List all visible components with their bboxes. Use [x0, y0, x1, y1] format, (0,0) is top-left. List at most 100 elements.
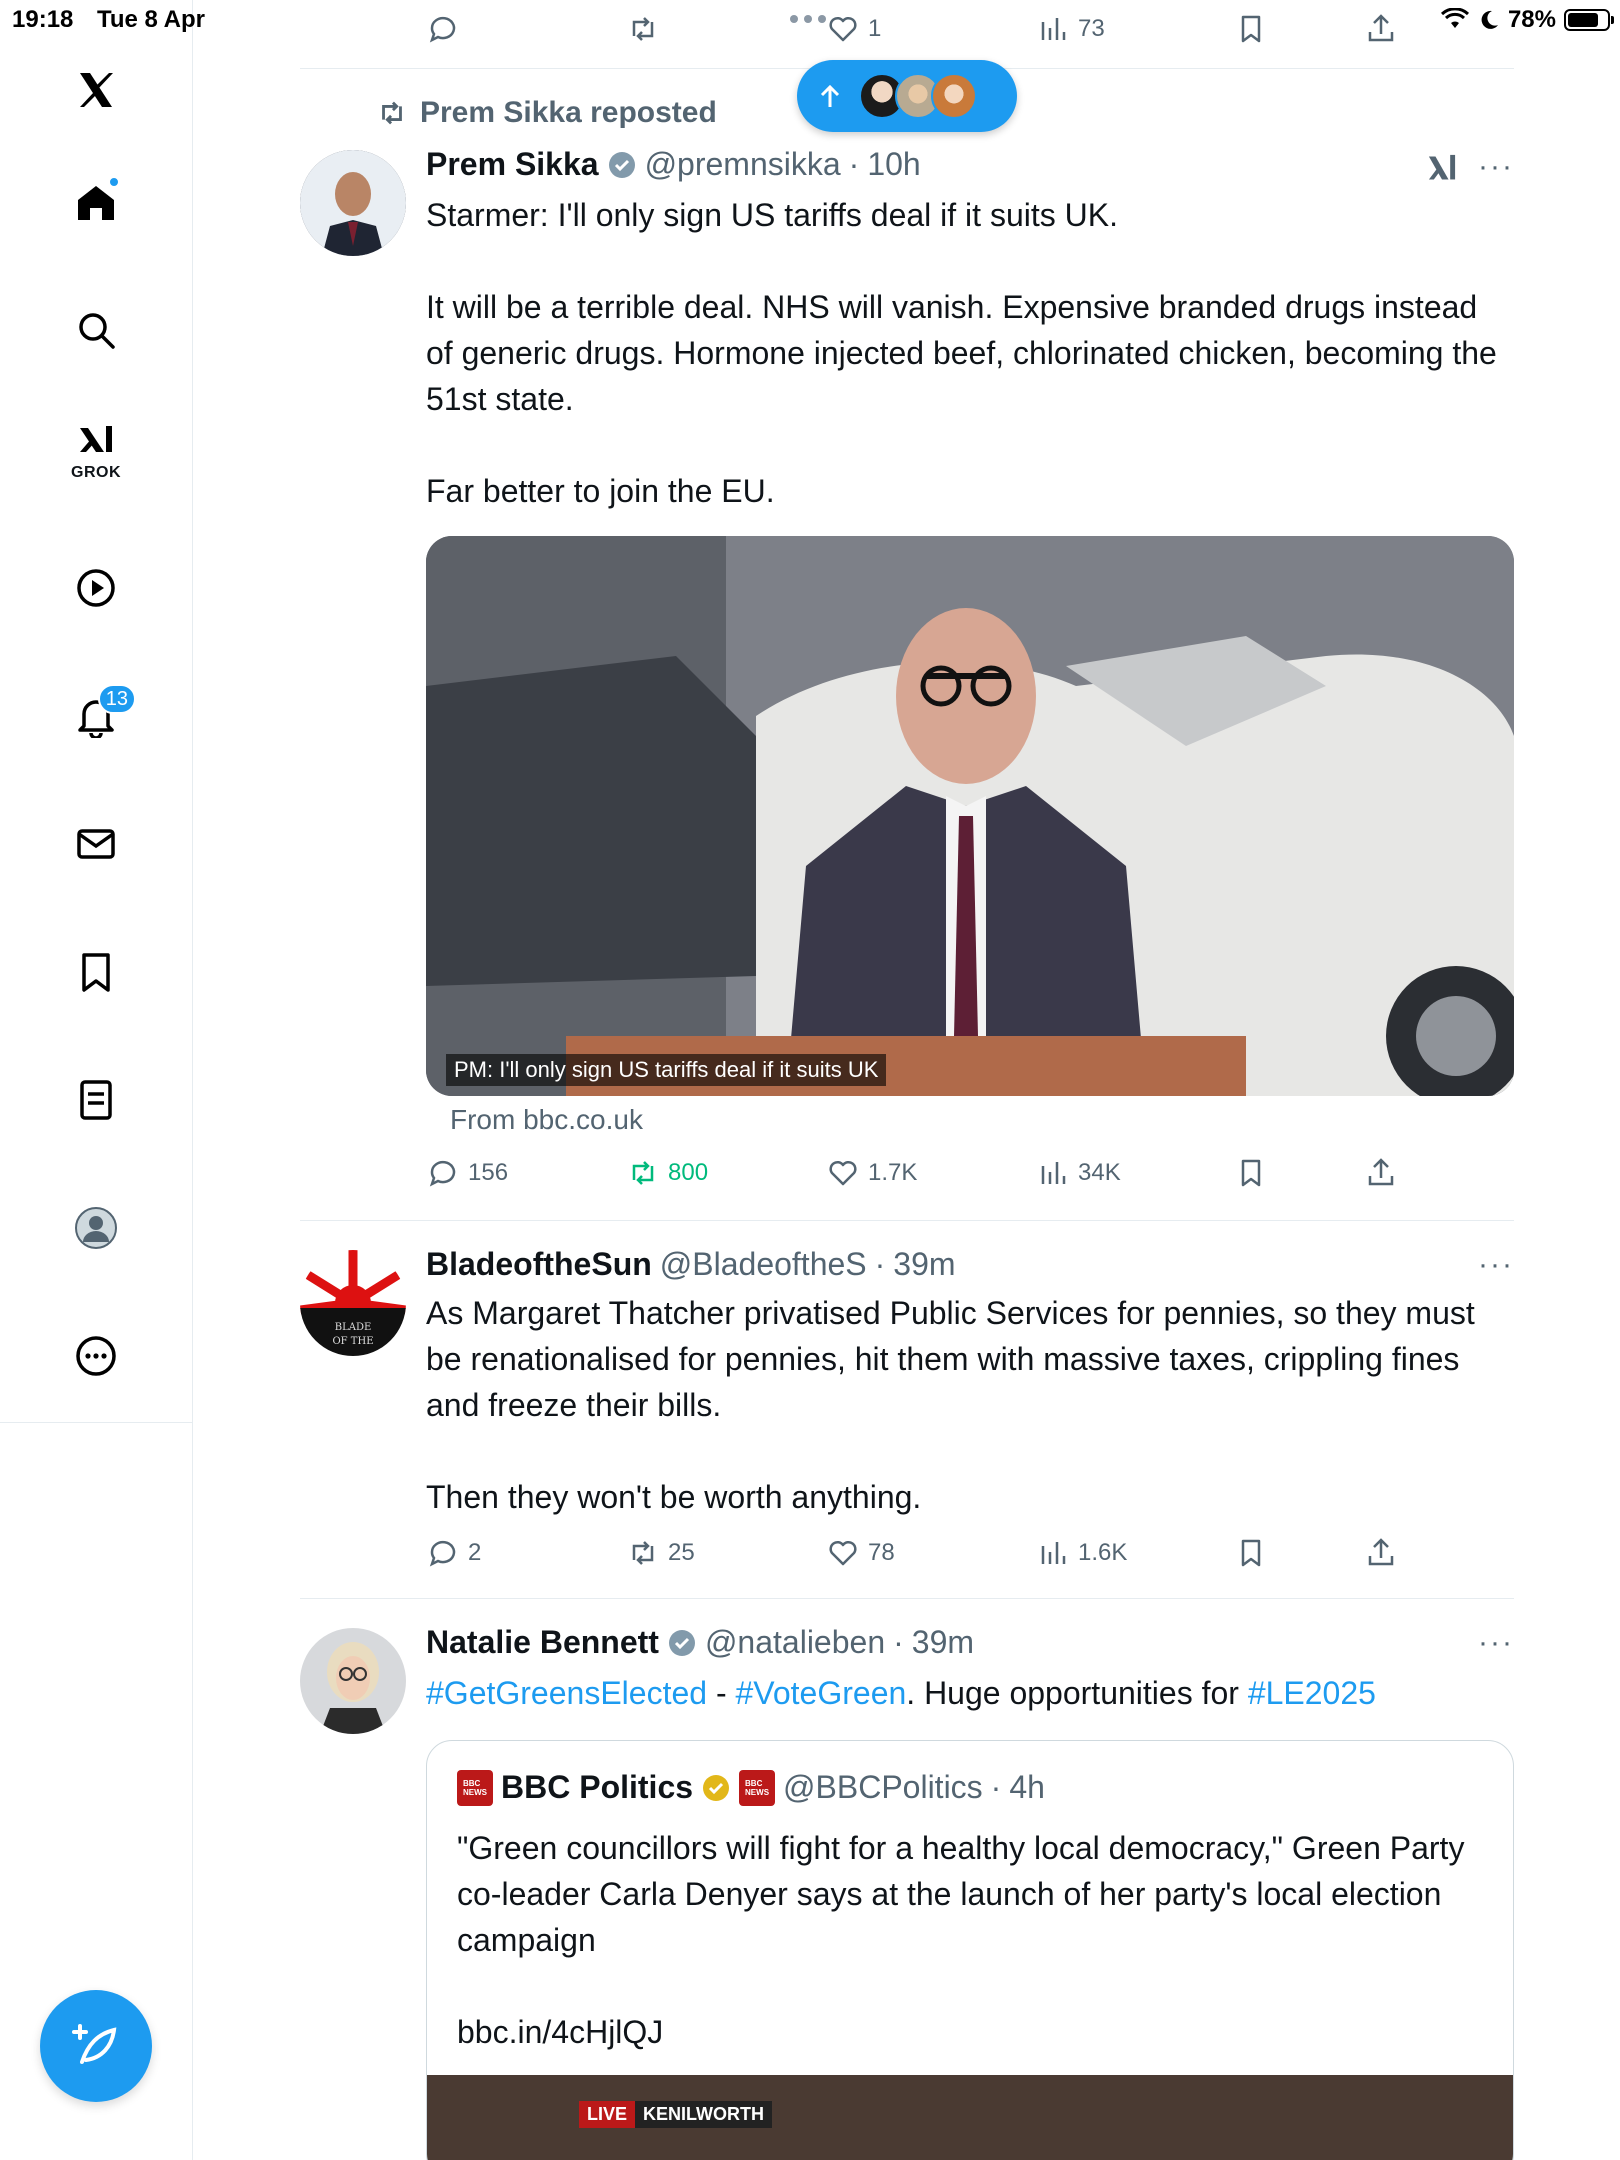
views-button[interactable]: 1.6K [1036, 1536, 1127, 1570]
author-name[interactable]: Natalie Bennett [426, 1624, 659, 1661]
news-photo-image [426, 536, 1514, 1096]
profile-avatar-icon[interactable] [64, 1196, 128, 1260]
quoted-author-handle[interactable]: @BBCPolitics [783, 1769, 983, 1806]
compose-feather-icon [72, 2024, 117, 2064]
post-header: Natalie Bennett @natalieben · 39m [426, 1624, 974, 1661]
grok-icon[interactable]: GROK [64, 420, 128, 484]
text-segment: . Huge opportunities for [906, 1675, 1248, 1711]
arrow-up-icon [820, 84, 840, 107]
status-date: Tue 8 Apr [97, 6, 206, 33]
avatar[interactable] [300, 1628, 406, 1734]
messages-envelope-icon[interactable] [64, 812, 128, 876]
bookmarks-icon[interactable] [64, 940, 128, 1004]
bookmark-button[interactable] [1234, 1156, 1268, 1190]
more-options-icon[interactable]: ··· [1478, 1248, 1514, 1282]
separator-dot: · [893, 1624, 904, 1660]
reply-button[interactable]: 2 [426, 1536, 481, 1570]
live-label: LIVE [579, 2101, 636, 2128]
author-handle[interactable]: @natalieben [705, 1624, 885, 1661]
quoted-video-thumbnail[interactable]: LIVE KENILWORTH [427, 2075, 1513, 2160]
repost-button[interactable]: 25 [626, 1536, 695, 1570]
grok-post-icon[interactable] [1424, 150, 1460, 186]
reply-icon [429, 1540, 456, 1567]
quoted-author-name[interactable]: BBC Politics [501, 1769, 693, 1806]
bbc-affiliate-badge-icon: BBC NEWS [739, 1769, 776, 1806]
post-actions: 156 800 1.7K 34K [300, 1156, 1514, 1204]
like-button[interactable]: 78 [826, 1536, 895, 1570]
repost-label: Prem Sikka reposted [420, 96, 717, 129]
more-options-icon[interactable]: ··· [1478, 150, 1514, 184]
hashtag-link[interactable]: #LE2025 [1248, 1675, 1376, 1711]
text-segment: - [707, 1675, 736, 1711]
post-header: BladeoftheSun @BladeoftheS · 39m [426, 1246, 956, 1283]
bookmark-button[interactable] [1234, 1536, 1268, 1570]
post-prem-sikka[interactable]: Prem Sikka reposted Prem Sikka @premnsik… [300, 0, 1514, 1220]
quoted-post[interactable]: BBC NEWS BBC Politics BBC NEWS @BBCPolitic… [426, 1740, 1514, 2160]
post-header: Prem Sikka @premnsikka · 10h [426, 146, 921, 183]
live-banner: LIVE KENILWORTH [579, 2101, 773, 2128]
search-icon[interactable] [64, 298, 128, 362]
repost-count: 800 [668, 1159, 709, 1186]
avatar-portrait-icon [300, 150, 406, 256]
separator-dot: · [990, 1769, 1002, 1805]
share-icon [1368, 1538, 1394, 1566]
notifications-bell-icon[interactable]: 13 [64, 684, 136, 748]
battery-percent: 78% [1507, 6, 1556, 33]
repost-button[interactable]: 800 [626, 1156, 708, 1190]
svg-text:OF THE: OF THE [332, 1336, 373, 1347]
moon-icon [1481, 10, 1498, 29]
bbc-news-logo-icon: BBC NEWS [457, 1769, 493, 1806]
gold-verified-badge-icon [703, 1774, 730, 1801]
home-icon[interactable] [64, 170, 128, 234]
share-icon [1368, 1158, 1394, 1186]
quoted-post-time[interactable]: 4h [1009, 1769, 1045, 1806]
video-play-icon[interactable] [64, 556, 128, 620]
like-button[interactable]: 1.7K [826, 1156, 917, 1190]
status-bar: 19:18 Tue 8 Apr 78% [0, 0, 1620, 44]
reply-button[interactable]: 156 [426, 1156, 508, 1190]
separator-dot: · [874, 1246, 886, 1282]
author-name[interactable]: Prem Sikka [426, 146, 599, 183]
status-time: 19:18 [12, 6, 74, 33]
author-handle[interactable]: @BladeoftheS [660, 1246, 867, 1283]
quoted-post-header: BBC NEWS BBC Politics BBC NEWS @BBCPolitic… [457, 1769, 1045, 1806]
avatar[interactable] [300, 150, 406, 256]
avatar-portrait-icon [300, 1628, 406, 1734]
post-actions: 2 25 78 1.6K [300, 1536, 1514, 1584]
separator-dot: · [848, 146, 860, 182]
share-button[interactable] [1364, 1536, 1398, 1570]
views-button[interactable]: 34K [1036, 1156, 1121, 1190]
author-handle[interactable]: @premnsikka [645, 146, 841, 183]
post-time[interactable]: 39m [912, 1624, 974, 1661]
view-count: 34K [1078, 1159, 1121, 1186]
x-logo-icon[interactable] [64, 58, 128, 122]
post-time[interactable]: 39m [893, 1246, 955, 1283]
grok-label: GROK [71, 464, 121, 481]
views-chart-icon [1041, 1542, 1066, 1564]
more-options-icon[interactable] [64, 1324, 128, 1388]
new-posts-pill[interactable] [797, 60, 1017, 132]
compose-post-button[interactable] [40, 1990, 152, 2102]
link-preview-card[interactable]: PM: I'll only sign US tariffs deal if it… [426, 536, 1514, 1096]
post-bladeofthesun[interactable]: BLADE OF THE BladeoftheSun @BladeoftheS … [300, 1220, 1514, 1600]
like-count: 1.7K [868, 1159, 918, 1186]
post-time[interactable]: 10h [867, 146, 920, 183]
location-label: KENILWORTH [635, 2101, 773, 2128]
sidebar: GROK 13 [0, 0, 193, 2160]
repost-icon [632, 1161, 654, 1185]
hashtag-link[interactable]: #VoteGreen [735, 1675, 906, 1711]
wifi-icon [1440, 8, 1469, 28]
post-text: #GetGreensElected - #VoteGreen. Huge opp… [426, 1670, 1506, 1716]
author-name[interactable]: BladeoftheSun [426, 1246, 652, 1283]
hashtag-link[interactable]: #GetGreensElected [426, 1675, 707, 1711]
svg-text:BLADE: BLADE [335, 1322, 372, 1333]
lists-icon[interactable] [64, 1068, 128, 1132]
avatar[interactable]: BLADE OF THE [300, 1250, 406, 1356]
more-options-icon[interactable]: ··· [1478, 1626, 1514, 1660]
share-button[interactable] [1364, 1156, 1398, 1190]
link-source[interactable]: From bbc.co.uk [450, 1104, 643, 1136]
heart-icon [829, 1160, 857, 1186]
post-natalie-bennett[interactable]: Natalie Bennett @natalieben · 39m ··· #G… [300, 1598, 1514, 2160]
view-count: 1.6K [1078, 1539, 1128, 1566]
like-count: 78 [868, 1539, 895, 1566]
